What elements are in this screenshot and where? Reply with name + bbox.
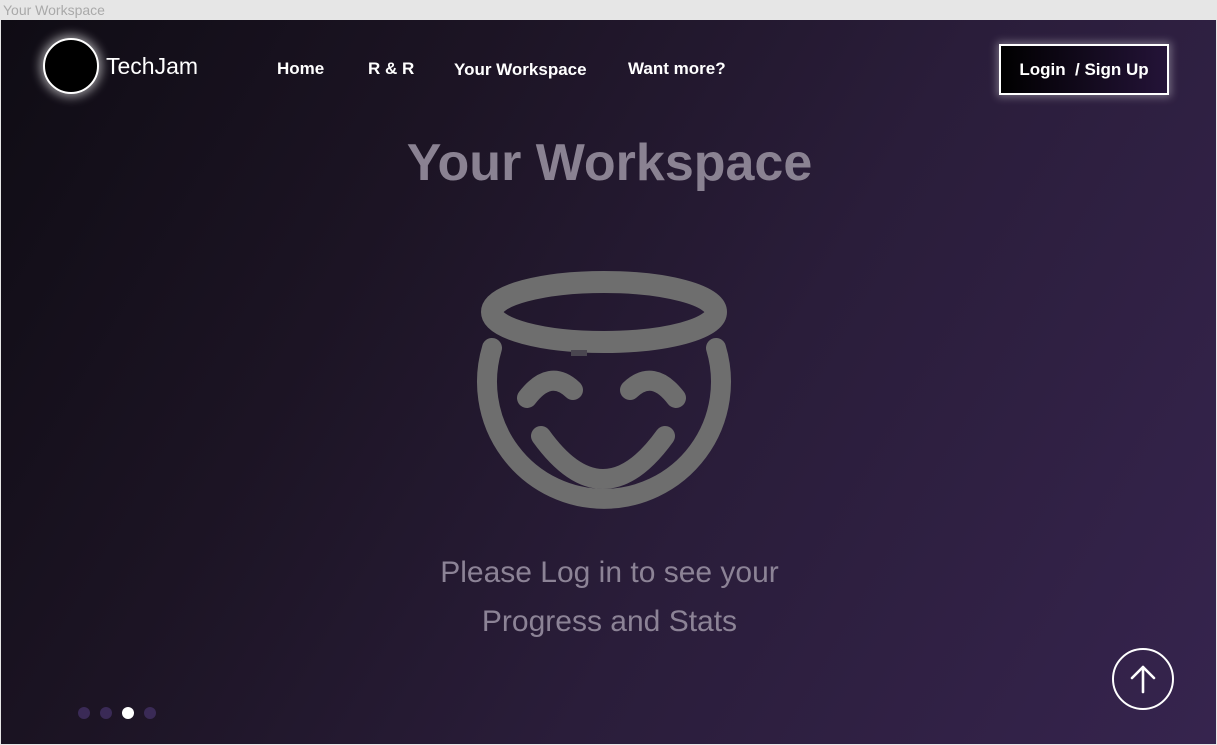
message-line-1: Please Log in to see your bbox=[440, 556, 779, 589]
message-line-2: Progress and Stats bbox=[481, 605, 738, 638]
pagination-dot-3-active[interactable] bbox=[122, 707, 134, 719]
pagination-dot-1[interactable] bbox=[78, 707, 90, 719]
pagination-dots bbox=[78, 707, 156, 719]
logo-icon[interactable] bbox=[43, 38, 99, 94]
nav-your-workspace[interactable]: Your Workspace bbox=[454, 60, 587, 80]
login-signup-button[interactable]: Login / Sign Up bbox=[999, 44, 1169, 95]
app-frame: TechJam Home R & R Your Workspace Want m… bbox=[1, 20, 1216, 744]
login-prompt-message: Please Log in to see your Progress and S… bbox=[1, 548, 1216, 646]
pagination-dot-4[interactable] bbox=[144, 707, 156, 719]
nav-home[interactable]: Home bbox=[277, 59, 324, 79]
window-title: Your Workspace bbox=[3, 2, 105, 18]
arrow-up-icon bbox=[1130, 665, 1156, 694]
pagination-dot-2[interactable] bbox=[100, 707, 112, 719]
smiling-face-with-halo-icon bbox=[477, 271, 731, 509]
nav-r-and-r[interactable]: R & R bbox=[368, 59, 414, 79]
nav-want-more[interactable]: Want more? bbox=[628, 59, 726, 79]
page-title: Your Workspace bbox=[406, 134, 813, 192]
scroll-to-top-button[interactable] bbox=[1112, 648, 1174, 710]
brand-name[interactable]: TechJam bbox=[106, 52, 198, 80]
